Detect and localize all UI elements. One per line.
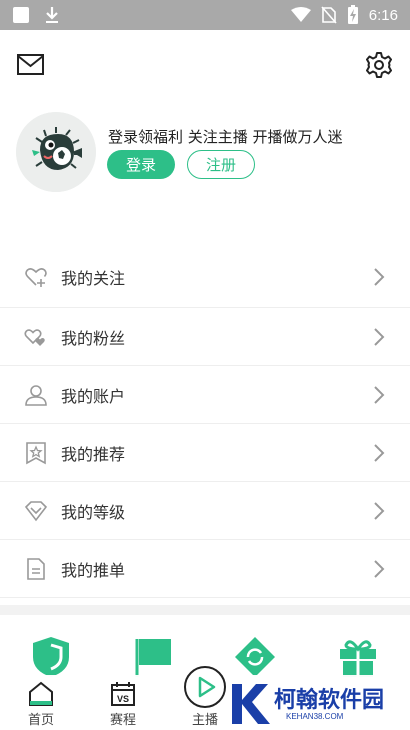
avatar[interactable] bbox=[16, 112, 96, 192]
diamond-icon bbox=[24, 500, 48, 521]
watermark-text: 柯翰软件园 bbox=[274, 688, 385, 713]
flag-icon[interactable] bbox=[131, 635, 175, 679]
user-icon bbox=[25, 384, 47, 406]
chevron-right-icon bbox=[374, 327, 385, 346]
chevron-right-icon bbox=[374, 501, 385, 520]
menu-item-label: 我的推单 bbox=[61, 560, 126, 580]
mail-icon[interactable] bbox=[16, 52, 46, 78]
shield-icon[interactable] bbox=[29, 635, 73, 679]
play-icon bbox=[184, 666, 226, 708]
chevron-right-icon bbox=[374, 559, 385, 578]
menu-item-label: 我的账户 bbox=[61, 386, 126, 406]
hearts-icon bbox=[24, 328, 45, 346]
menu-item-tips[interactable]: 我的推单 bbox=[0, 540, 410, 598]
menu-item-label: 我的推荐 bbox=[61, 444, 126, 464]
menu-item-fans[interactable]: 我的粉丝 bbox=[0, 308, 410, 366]
status-right: 6:16 bbox=[290, 5, 398, 25]
gift-icon[interactable] bbox=[336, 635, 380, 679]
menu-item-recommend[interactable]: 我的推荐 bbox=[0, 424, 410, 482]
watermark-subtext: KEHAN38.COM bbox=[286, 712, 344, 721]
gear-icon[interactable] bbox=[364, 50, 394, 80]
profile-card: 登录领福利 关注主播 开播做万人迷 登录 注册 bbox=[0, 110, 410, 200]
chevron-right-icon bbox=[374, 267, 385, 286]
menu-item-label: 我的关注 bbox=[61, 268, 126, 288]
k-logo-icon bbox=[232, 684, 270, 724]
menu-item-following[interactable]: 我的关注 bbox=[0, 246, 410, 308]
tab-label: 赛程 bbox=[109, 713, 136, 728]
notification-square-icon bbox=[13, 7, 29, 23]
tab-home[interactable]: 首页 bbox=[0, 675, 82, 730]
tab-schedule[interactable]: VS 赛程 bbox=[82, 675, 164, 730]
watermark: 柯翰软件园 KEHAN38.COM bbox=[228, 680, 398, 726]
document-icon bbox=[27, 557, 45, 580]
menu-item-account[interactable]: 我的账户 bbox=[0, 366, 410, 424]
profile-page: 登录领福利 关注主播 开播做万人迷 登录 注册 我的关注 我的粉丝 我的账户 我… bbox=[0, 30, 410, 605]
top-bar bbox=[0, 30, 410, 100]
bookmark-star-icon bbox=[26, 441, 46, 464]
menu-item-level[interactable]: 我的等级 bbox=[0, 482, 410, 540]
home-icon bbox=[29, 681, 53, 706]
login-promo-text: 登录领福利 关注主播 开播做万人迷 bbox=[108, 128, 343, 146]
status-bar: 6:16 bbox=[0, 0, 410, 30]
no-sim-icon bbox=[321, 6, 337, 24]
heart-plus-icon bbox=[25, 267, 47, 287]
pufferfish-mascot-icon bbox=[16, 112, 96, 192]
calendar-vs-icon: VS bbox=[111, 682, 135, 706]
login-button[interactable]: 登录 bbox=[107, 150, 175, 179]
menu-item-label: 我的等级 bbox=[61, 502, 126, 522]
tab-label: 首页 bbox=[27, 713, 54, 728]
svg-text:VS: VS bbox=[117, 694, 129, 704]
menu-item-label: 我的粉丝 bbox=[61, 328, 126, 348]
download-icon bbox=[46, 7, 58, 23]
battery-charging-icon bbox=[347, 5, 358, 24]
status-time: 6:16 bbox=[368, 6, 398, 24]
wifi-icon bbox=[290, 7, 311, 22]
refresh-diamond-icon[interactable] bbox=[233, 635, 277, 679]
chevron-right-icon bbox=[374, 443, 385, 462]
register-button[interactable]: 注册 bbox=[187, 150, 255, 179]
status-left bbox=[12, 6, 60, 24]
menu-list: 我的关注 我的粉丝 我的账户 我的推荐 我的等级 我的推单 bbox=[0, 246, 410, 598]
chevron-right-icon bbox=[374, 385, 385, 404]
